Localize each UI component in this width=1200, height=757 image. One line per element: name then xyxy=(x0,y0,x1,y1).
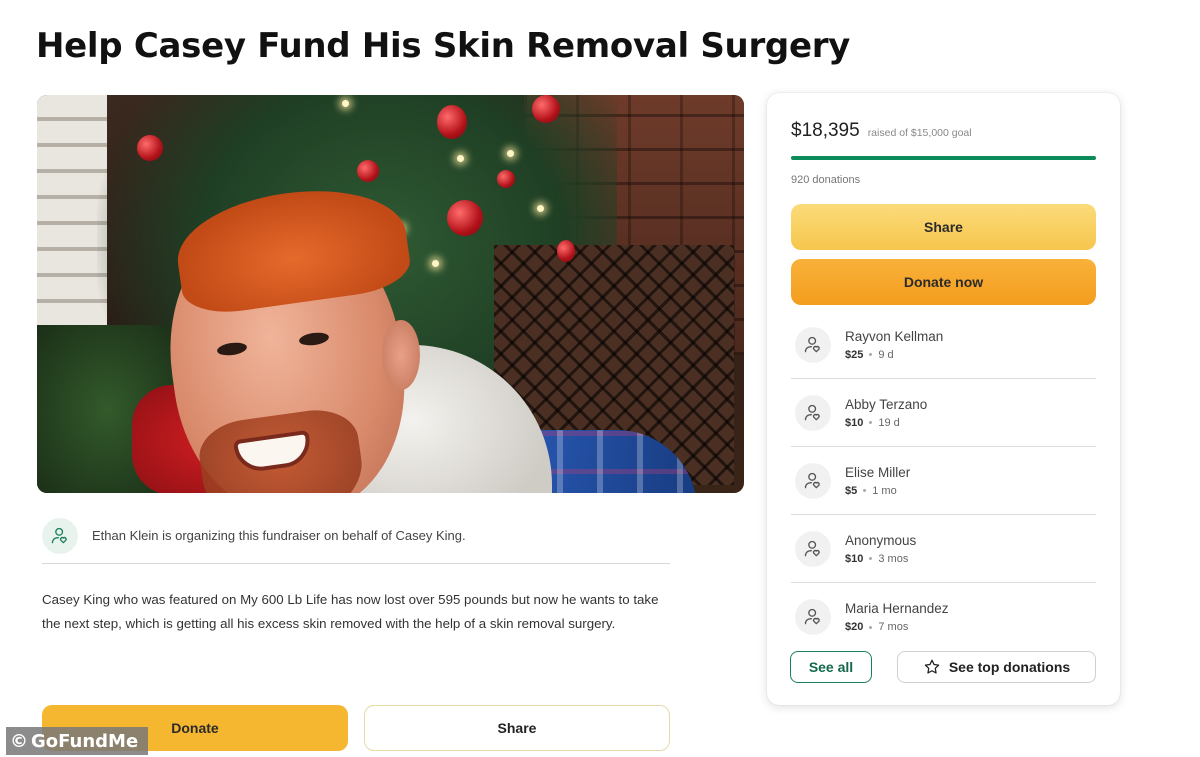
donor-amount: $20 xyxy=(845,621,864,633)
donor-amount: $25 xyxy=(845,348,864,361)
see-all-button[interactable]: See all xyxy=(790,651,872,683)
donor-time: 1 mo xyxy=(872,484,897,497)
ornament xyxy=(137,135,163,161)
ear xyxy=(382,320,420,390)
donor-name: Elise Miller xyxy=(845,464,911,480)
watermark-text: GoFundMe xyxy=(31,730,139,752)
raised-summary: $18,395 raised of $15,000 goal xyxy=(791,120,972,142)
donation-sidebar: $18,395 raised of $15,000 goal 920 donat… xyxy=(767,93,1120,705)
user-heart-icon xyxy=(795,462,831,499)
donor-amount: $10 xyxy=(845,552,864,565)
copyright-symbol: © xyxy=(10,730,28,752)
ornament xyxy=(357,160,379,182)
separator-dot xyxy=(869,353,873,356)
donor-amount: $10 xyxy=(845,416,864,429)
donor-row: Abby Terzano $10 19 d xyxy=(791,379,1096,447)
donor-time: 19 d xyxy=(878,416,900,429)
donor-amount: $5 xyxy=(845,484,858,497)
gofundme-watermark: © GoFundMe xyxy=(6,727,149,755)
donor-row: Maria Hernandez $20 7 mos xyxy=(791,583,1096,651)
donor-row: Rayvon Kellman $25 9 d xyxy=(791,311,1096,379)
user-heart-icon xyxy=(795,326,831,363)
tree-light xyxy=(342,100,349,107)
goal-text: raised of $15,000 goal xyxy=(867,127,972,139)
separator-dot xyxy=(869,421,873,424)
star-icon xyxy=(923,658,941,676)
donor-row: Elise Miller $5 1 mo xyxy=(791,447,1096,515)
donate-now-button[interactable]: Donate now xyxy=(791,259,1096,305)
raised-amount: $18,395 xyxy=(791,120,860,141)
donor-row: Anonymous $10 3 mos xyxy=(791,515,1096,583)
organizer-text: Ethan Klein is organizing this fundraise… xyxy=(92,528,466,543)
see-top-donations-label: See top donations xyxy=(948,659,1071,675)
separator-dot xyxy=(863,489,867,492)
sidebar-share-button[interactable]: Share xyxy=(791,204,1096,250)
tree-light xyxy=(507,150,514,157)
donor-name: Rayvon Kellman xyxy=(845,328,944,344)
tree-light xyxy=(537,205,544,212)
tree-light xyxy=(457,155,464,162)
ornament xyxy=(437,105,467,139)
ornament xyxy=(557,240,575,262)
page-title: Help Casey Fund His Skin Removal Surgery xyxy=(36,26,851,66)
see-top-donations-button[interactable]: See top donations xyxy=(897,651,1096,683)
campaign-story: Casey King who was featured on My 600 Lb… xyxy=(42,592,659,631)
tree-light xyxy=(432,260,439,267)
progress-fill xyxy=(791,156,1096,160)
ornament xyxy=(447,200,483,236)
donor-name: Abby Terzano xyxy=(845,396,928,412)
user-heart-icon xyxy=(42,517,78,554)
donor-name: Anonymous xyxy=(845,532,917,548)
user-heart-icon xyxy=(795,599,831,635)
donor-list: Rayvon Kellman $25 9 d Abby Terzano $10 19… xyxy=(791,311,1096,651)
share-button[interactable]: Share xyxy=(364,705,670,751)
campaign-photo xyxy=(37,95,744,493)
separator-dot xyxy=(869,557,873,560)
user-heart-icon xyxy=(795,530,831,567)
donor-time: 3 mos xyxy=(878,552,909,565)
donation-count: 920 donations xyxy=(791,174,861,186)
separator-dot xyxy=(869,625,873,629)
progress-bar xyxy=(791,156,1096,160)
ornament xyxy=(532,95,560,123)
ornament xyxy=(497,170,515,188)
organizer-row: Ethan Klein is organizing this fundraise… xyxy=(42,508,670,564)
donor-name: Maria Hernandez xyxy=(845,601,949,616)
donor-time: 7 mos xyxy=(878,621,909,633)
donor-time: 9 d xyxy=(878,348,894,361)
user-heart-icon xyxy=(795,394,831,431)
